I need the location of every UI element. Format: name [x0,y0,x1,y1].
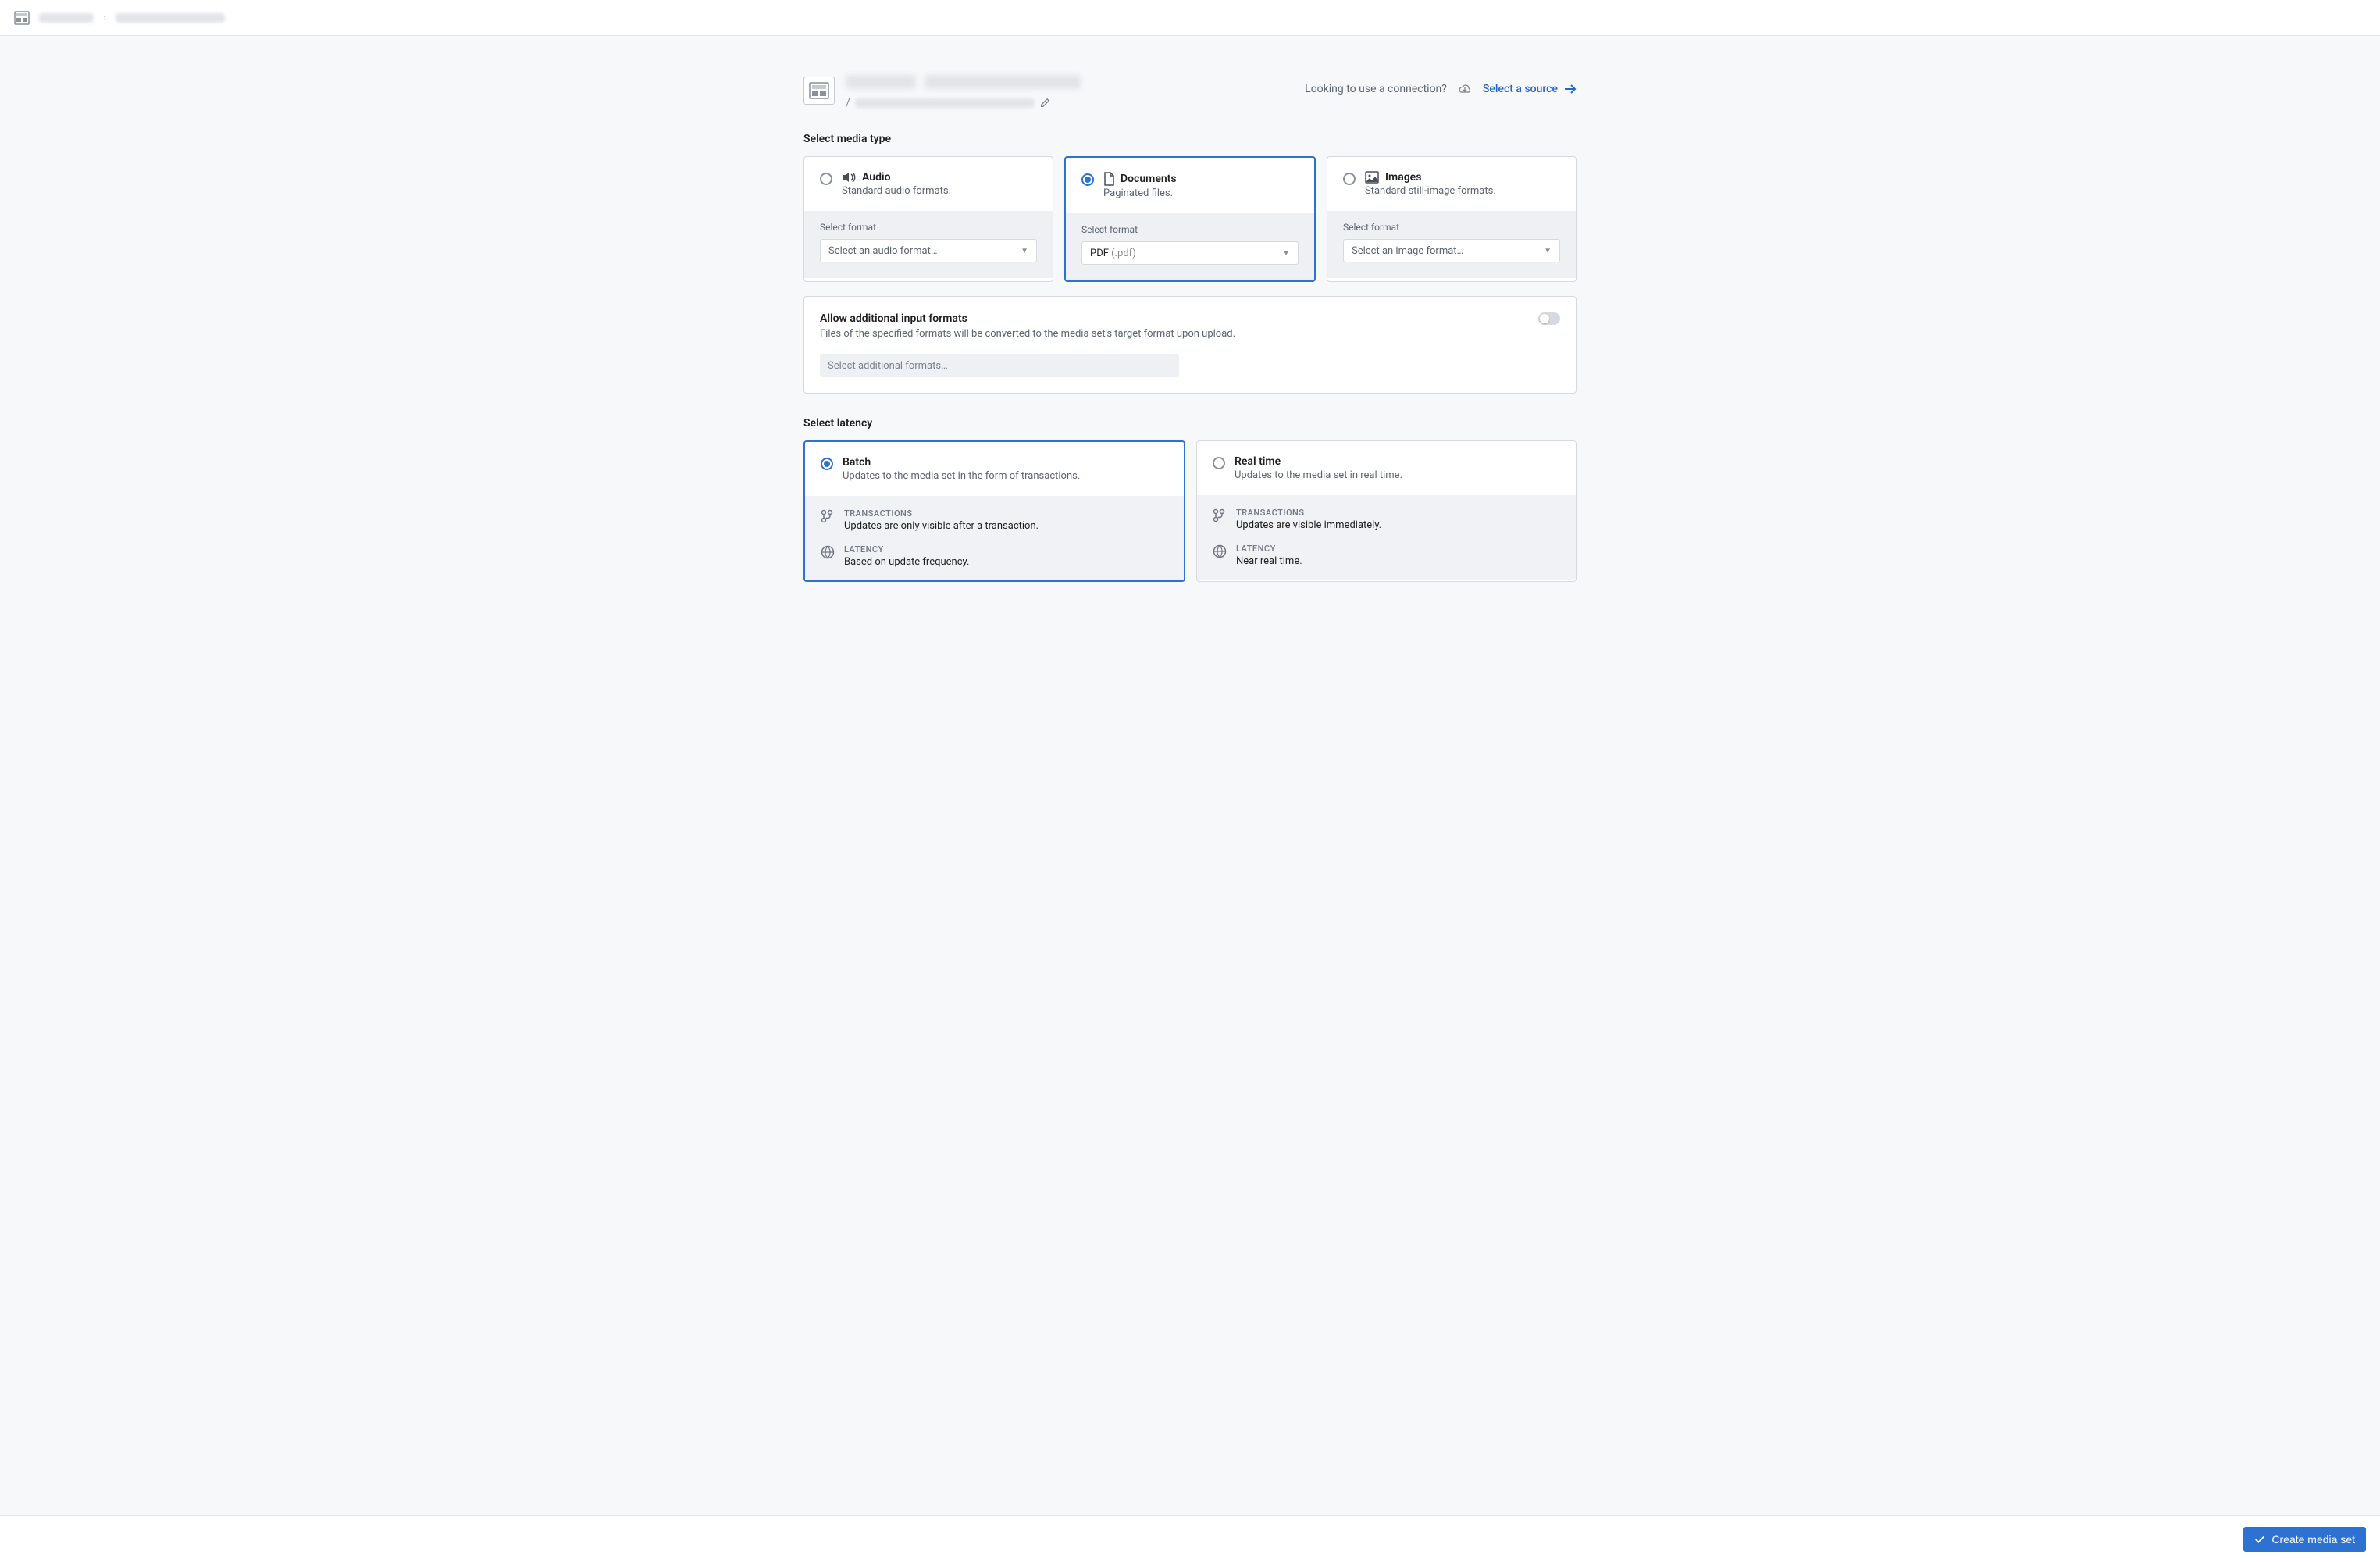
select-placeholder: Select an audio format… [828,245,938,257]
additional-formats-select: Select additional formats… [820,354,1179,377]
select-placeholder: Select an image format… [1352,245,1463,257]
image-icon [1365,171,1379,184]
documents-format-select[interactable]: PDF (.pdf) ▼ [1081,241,1299,265]
media-desc: Standard still-image formats. [1365,185,1496,197]
format-label: Select format [1081,224,1299,235]
meta-text: Updates are only visible after a transac… [844,520,1039,532]
document-icon [1103,172,1114,186]
chevron-down-icon: ▼ [1021,247,1028,255]
globe-icon [821,545,835,559]
topbar: › [0,0,2380,36]
format-label: Select format [820,222,1037,233]
latency-desc: Updates to the media set in real time. [1235,469,1402,481]
latency-card-realtime[interactable]: Real time Updates to the media set in re… [1196,440,1577,582]
radio-images[interactable] [1343,173,1356,185]
audio-format-select[interactable]: Select an audio format… ▼ [820,239,1037,262]
additional-formats-card: Allow additional input formats Files of … [803,296,1577,394]
latency-title: Batch [843,456,1080,469]
images-format-select[interactable]: Select an image format… ▼ [1343,239,1560,262]
media-desc: Paginated files. [1103,187,1177,199]
media-card-images[interactable]: Images Standard still-image formats. Sel… [1327,156,1577,282]
page-header: / Looking to use a connection? Select a … [803,75,1577,109]
volume-icon [842,171,856,184]
chevron-down-icon: ▼ [1544,247,1552,255]
meta-text: Based on update frequency. [844,556,969,568]
media-card-documents[interactable]: Documents Paginated files. Select format… [1064,156,1316,282]
select-source-link[interactable]: Select a source [1483,83,1577,95]
radio-realtime[interactable] [1213,457,1225,469]
latency-desc: Updates to the media set in the form of … [843,470,1080,482]
globe-icon [1213,544,1227,558]
section-label-latency: Select latency [803,417,1577,430]
select-value: PDF (.pdf) [1090,248,1136,259]
chevron-down-icon: ▼ [1282,249,1290,258]
check-icon [2254,1534,2265,1545]
meta-label: LATENCY [844,544,969,555]
radio-batch[interactable] [821,458,833,470]
media-card-audio[interactable]: Audio Standard audio formats. Select for… [803,156,1053,282]
latency-card-batch[interactable]: Batch Updates to the media set in the fo… [803,440,1185,582]
media-desc: Standard audio formats. [842,185,951,197]
footer-bar: Create media set [0,1515,2380,1562]
additional-formats-toggle[interactable] [1538,312,1560,325]
breadcrumb-item [116,13,225,23]
format-label: Select format [1343,222,1560,233]
additional-formats-desc: Files of the specified formats will be c… [820,328,1235,340]
radio-documents[interactable] [1081,173,1094,186]
media-title: Images [1385,171,1421,184]
dataset-icon [14,10,30,26]
additional-formats-title: Allow additional input formats [820,312,1235,325]
radio-audio[interactable] [820,173,832,185]
connection-prompt: Looking to use a connection? [1305,83,1447,95]
mediaset-icon [803,77,835,105]
page-path: / [846,97,1081,109]
branch-icon [821,509,835,523]
meta-label: LATENCY [1236,544,1302,554]
meta-label: TRANSACTIONS [844,508,1039,519]
create-media-set-button[interactable]: Create media set [2243,1527,2366,1552]
meta-text: Updates are visible immediately. [1236,519,1381,531]
select-placeholder: Select additional formats… [828,360,948,372]
meta-text: Near real time. [1236,555,1302,567]
media-title: Audio [862,171,891,184]
meta-label: TRANSACTIONS [1236,508,1381,518]
create-button-label: Create media set [2271,1533,2355,1546]
edit-path-icon[interactable] [1039,98,1050,109]
latency-title: Real time [1235,455,1402,468]
select-source-label: Select a source [1483,83,1558,95]
branch-icon [1213,508,1227,522]
cloud-download-icon [1458,83,1472,95]
main-content: / Looking to use a connection? Select a … [0,36,2380,1515]
arrow-right-icon [1564,84,1577,95]
breadcrumb-item [39,13,94,23]
section-label-media-type: Select media type [803,133,1577,145]
media-title: Documents [1121,173,1177,185]
page-title [846,75,1081,92]
